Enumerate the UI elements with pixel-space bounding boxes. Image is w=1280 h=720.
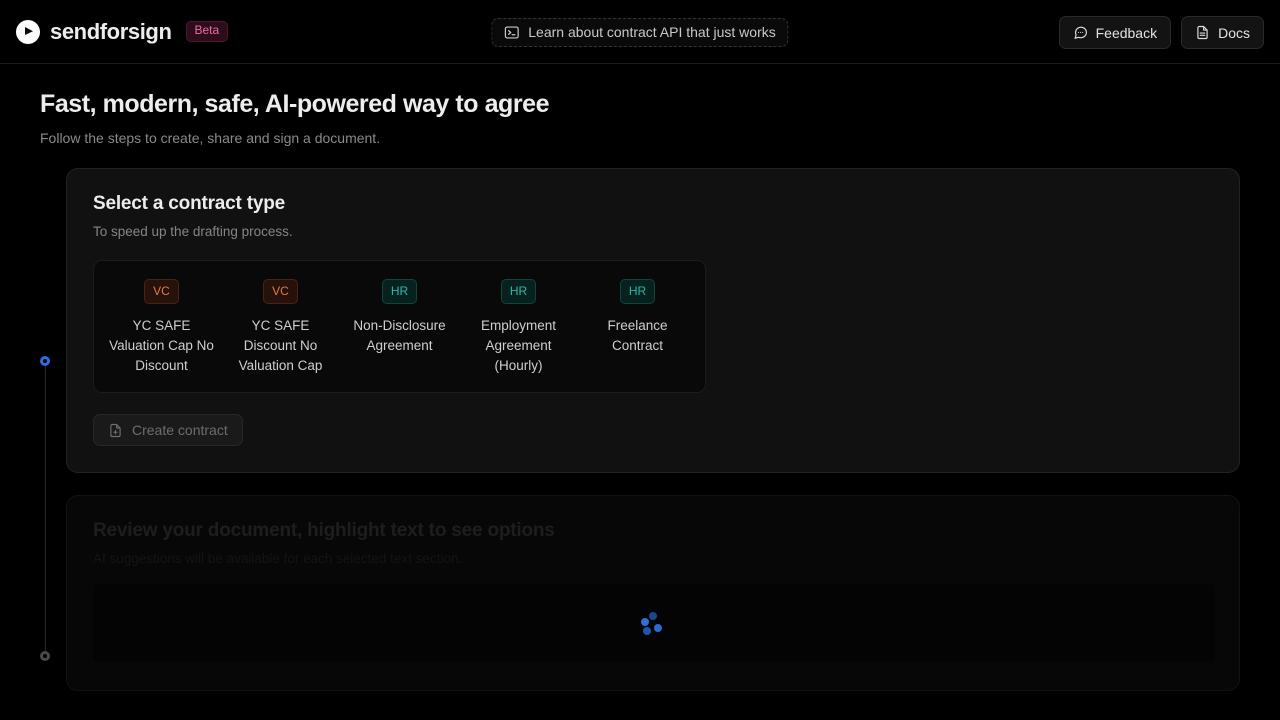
message-circle-icon — [1073, 25, 1088, 40]
contract-type-option[interactable]: HR Non-Disclosure Agreement — [340, 279, 459, 376]
contract-type-tag: VC — [263, 279, 298, 304]
contract-type-tag: HR — [381, 279, 418, 304]
contract-type-option[interactable]: VC YC SAFE Valuation Cap No Discount — [102, 279, 221, 376]
feedback-button-label: Feedback — [1095, 24, 1158, 41]
dots-spinner-icon — [640, 612, 666, 638]
create-contract-button[interactable]: Create contract — [93, 414, 243, 446]
file-text-icon — [1195, 25, 1210, 40]
brand[interactable]: sendforsign Beta — [16, 18, 229, 45]
header-actions: Feedback Docs — [1058, 16, 1264, 49]
steps-container: Select a contract type To speed up the d… — [0, 168, 1280, 691]
brand-name: sendforsign — [50, 18, 172, 44]
step-1-subtitle: To speed up the drafting process. — [93, 224, 293, 239]
file-plus-icon — [108, 423, 123, 438]
contract-type-option[interactable]: HR Freelance Contract — [578, 279, 697, 376]
step-dot-pending — [40, 651, 50, 661]
step-1-title: Select a contract type — [93, 193, 286, 214]
step-2-title: Review your document, highlight text to … — [93, 520, 555, 541]
play-circle-icon — [16, 19, 40, 44]
page-title: Fast, modern, safe, AI-powered way to ag… — [40, 90, 550, 118]
contract-type-label: YC SAFE Valuation Cap No Discount — [109, 318, 214, 373]
contract-type-label: Freelance Contract — [607, 318, 668, 353]
api-banner[interactable]: Learn about contract API that just works — [491, 18, 789, 47]
page-header: Fast, modern, safe, AI-powered way to ag… — [0, 64, 1280, 146]
contract-type-tag: VC — [144, 279, 179, 304]
step-card-review-document: Review your document, highlight text to … — [66, 495, 1240, 691]
contract-type-option[interactable]: VC YC SAFE Discount No Valuation Cap — [221, 279, 340, 376]
step-dot-active — [40, 356, 50, 366]
app-header: sendforsign Beta Learn about contract AP… — [0, 0, 1280, 64]
feedback-button[interactable]: Feedback — [1058, 16, 1172, 49]
api-banner-label: Learn about contract API that just works — [528, 24, 776, 40]
timeline-rail — [45, 361, 46, 656]
contract-type-label: YC SAFE Discount No Valuation Cap — [238, 318, 323, 373]
step-2-subtitle: AI suggestions will be available for eac… — [93, 551, 463, 566]
create-contract-button-label: Create contract — [132, 422, 228, 438]
contract-type-list: VC YC SAFE Valuation Cap No Discount VC … — [93, 260, 706, 393]
docs-button[interactable]: Docs — [1181, 16, 1264, 49]
contract-type-option[interactable]: HR Employment Agreement (Hourly) — [459, 279, 578, 376]
contract-type-label: Employment Agreement (Hourly) — [480, 318, 557, 373]
terminal-icon — [504, 25, 519, 40]
contract-type-tag: HR — [500, 279, 537, 304]
step-card-select-contract-type: Select a contract type To speed up the d… — [66, 168, 1240, 473]
page-subtitle: Follow the steps to create, share and si… — [40, 130, 381, 146]
contract-type-tag: HR — [619, 279, 656, 304]
beta-badge: Beta — [185, 21, 229, 42]
docs-button-label: Docs — [1218, 24, 1250, 41]
contract-type-label: Non-Disclosure Agreement — [353, 318, 446, 353]
